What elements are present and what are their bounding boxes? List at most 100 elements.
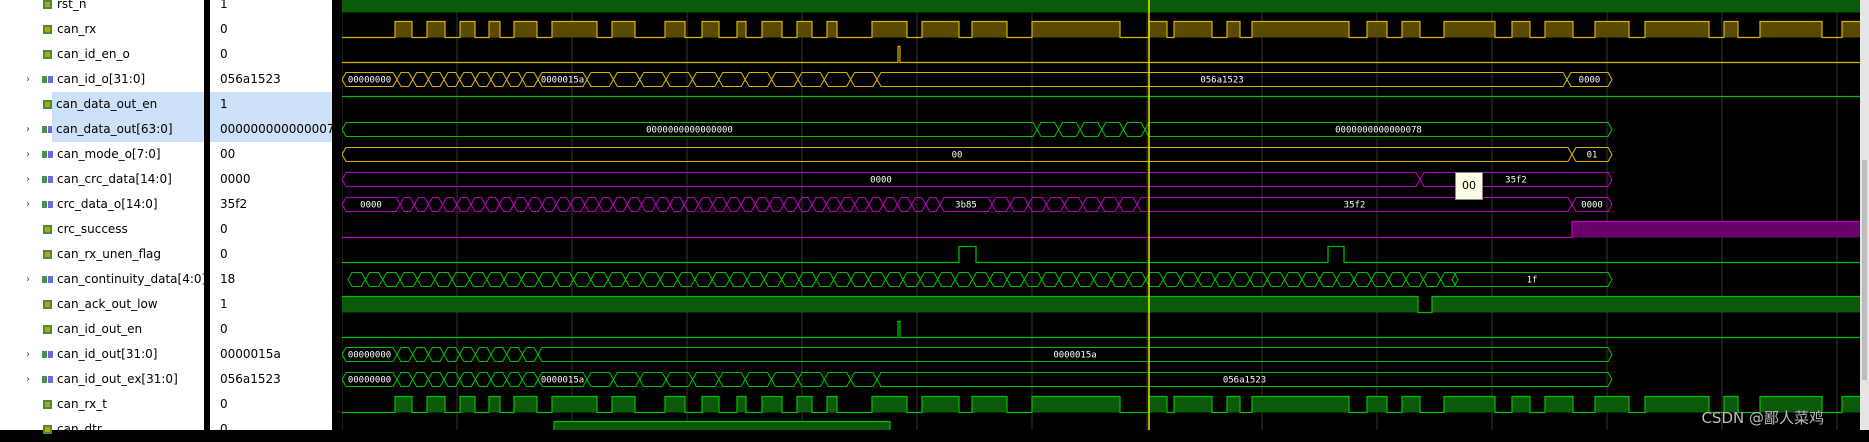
wave-high-fill	[1545, 396, 1573, 413]
bus-segment	[506, 371, 523, 388]
bus-segment	[1387, 271, 1407, 288]
bus-segment	[850, 371, 878, 388]
bus-segment	[1249, 271, 1268, 288]
expand-chevron-icon[interactable]: ›	[26, 142, 36, 167]
signal-value: 00	[220, 147, 236, 161]
signal-name: can_id_out_ex[31:0]	[57, 372, 178, 386]
bus-segment	[503, 271, 523, 288]
bus-segment	[1370, 271, 1390, 288]
bus-segment	[744, 71, 773, 88]
wave-high-fill	[1444, 396, 1495, 413]
wave-high-fill	[1174, 396, 1212, 413]
scrollbar-thumb	[1862, 160, 1867, 380]
bus-value-label: 3b85	[955, 201, 977, 211]
signal-name: can_data_out[63:0]	[52, 117, 208, 142]
signal-value: 1	[210, 92, 332, 117]
bus-segment	[1006, 271, 1026, 288]
bus-segment	[1045, 196, 1066, 213]
bus-segment	[468, 271, 488, 288]
bus-segment	[399, 196, 415, 213]
wave-high-fill	[427, 396, 445, 413]
wave-high-fill	[1402, 21, 1420, 38]
wave-high-fill	[665, 21, 685, 38]
bit-signal-icon	[43, 25, 52, 34]
bus-segment	[1041, 271, 1060, 288]
signal-name-row[interactable]: can_id_en_o	[0, 42, 210, 67]
bus-segment	[470, 196, 486, 213]
wave-high-fill	[872, 396, 907, 413]
bus-segment	[1100, 196, 1120, 213]
bus-segment	[1009, 196, 1029, 213]
signal-name-row[interactable]: › can_continuity_data[4:0]	[0, 267, 210, 292]
bus-segment	[1027, 196, 1048, 213]
signal-name-row[interactable]: › can_id_out_ex[31:0]	[0, 367, 210, 392]
bus-segment	[718, 71, 746, 88]
expand-chevron-icon[interactable]: ›	[26, 192, 36, 217]
signal-name: can_rx	[57, 22, 97, 36]
signal-name-row[interactable]: can_rx_unen_flag	[0, 242, 210, 267]
bus-segment	[925, 196, 941, 213]
bit-signal-icon	[43, 225, 52, 234]
signal-name-row[interactable]: can_id_out_en	[0, 317, 210, 342]
bus-value-label: 0000000000000000	[646, 126, 733, 136]
signal-name-row[interactable]: can_rx_t	[0, 392, 210, 417]
bus-segment	[396, 371, 414, 388]
bus-segment	[586, 371, 614, 388]
bus-segment	[937, 271, 956, 288]
wave-high-fill	[612, 396, 635, 413]
signal-name-row[interactable]: can_ack_out_low	[0, 292, 210, 317]
bus-value-label: 0000000000000078	[1335, 126, 1422, 136]
bus-segment	[1079, 121, 1103, 138]
bus-segment	[744, 371, 773, 388]
bus-segment	[676, 271, 696, 288]
signal-name-row[interactable]: › can_id_out[31:0]	[0, 342, 210, 367]
expand-chevron-icon[interactable]: ›	[26, 267, 36, 292]
expand-chevron-icon[interactable]: ›	[26, 342, 36, 367]
bus-segment	[1101, 121, 1125, 138]
bus-segment	[459, 371, 476, 388]
signal-name-row[interactable]: › can_id_o[31:0]	[0, 67, 210, 92]
bus-signal-icon	[42, 201, 53, 208]
signal-name-row[interactable]: › crc_data_o[14:0]	[0, 192, 210, 217]
signal-value: 1	[220, 297, 228, 311]
signal-name-row[interactable]: › can_mode_o[7:0]	[0, 142, 210, 167]
bus-value-label: 00	[952, 151, 963, 161]
signal-name-row[interactable]: can_rx	[0, 17, 210, 42]
bit-signal-icon	[43, 300, 52, 309]
expand-chevron-icon[interactable]: ›	[26, 167, 36, 192]
signal-name: can_id_en_o	[57, 47, 130, 61]
bus-segment	[854, 196, 870, 213]
bus-segment	[642, 271, 661, 288]
expand-chevron-icon[interactable]: ›	[26, 117, 36, 142]
wave-high-fill	[1174, 21, 1212, 38]
bus-segment	[434, 271, 453, 288]
bus-segment	[1335, 271, 1355, 288]
bus-signal-icon	[42, 376, 53, 383]
bus-value-label: 35f2	[1344, 201, 1366, 211]
bus-segment	[1162, 271, 1182, 288]
wave-high-fill	[395, 396, 412, 413]
signal-name-row[interactable]: rst_n	[0, 0, 210, 17]
expand-chevron-icon[interactable]: ›	[26, 67, 36, 92]
bus-signal-icon	[42, 176, 53, 183]
bus-segment	[572, 271, 592, 288]
wave-high-fill	[1032, 396, 1120, 413]
waveform-canvas[interactable]: 00000000 0000015a 056a1523 0000000000000000…	[342, 0, 1869, 430]
wave-high-fill	[1367, 396, 1387, 413]
bus-segment	[1318, 271, 1338, 288]
signal-name-row[interactable]: › can_data_out[63:0]	[0, 117, 210, 142]
signal-name-row[interactable]: can_data_out_en	[0, 92, 210, 117]
wave-high-fill	[1432, 296, 1869, 313]
wave-high-fill	[1149, 396, 1167, 413]
signal-name-row[interactable]: crc_success	[0, 217, 210, 242]
wave-high-fill	[872, 21, 907, 38]
wave-high-fill	[922, 21, 959, 38]
bus-segment	[1283, 271, 1303, 288]
pane-divider[interactable]	[332, 0, 342, 430]
bus-segment	[607, 271, 627, 288]
bus-segment	[815, 271, 835, 288]
bit-signal-icon	[43, 400, 52, 409]
expand-chevron-icon[interactable]: ›	[26, 367, 36, 392]
signal-name-row[interactable]: › can_crc_data[14:0]	[0, 167, 210, 192]
bus-segment	[396, 346, 414, 363]
